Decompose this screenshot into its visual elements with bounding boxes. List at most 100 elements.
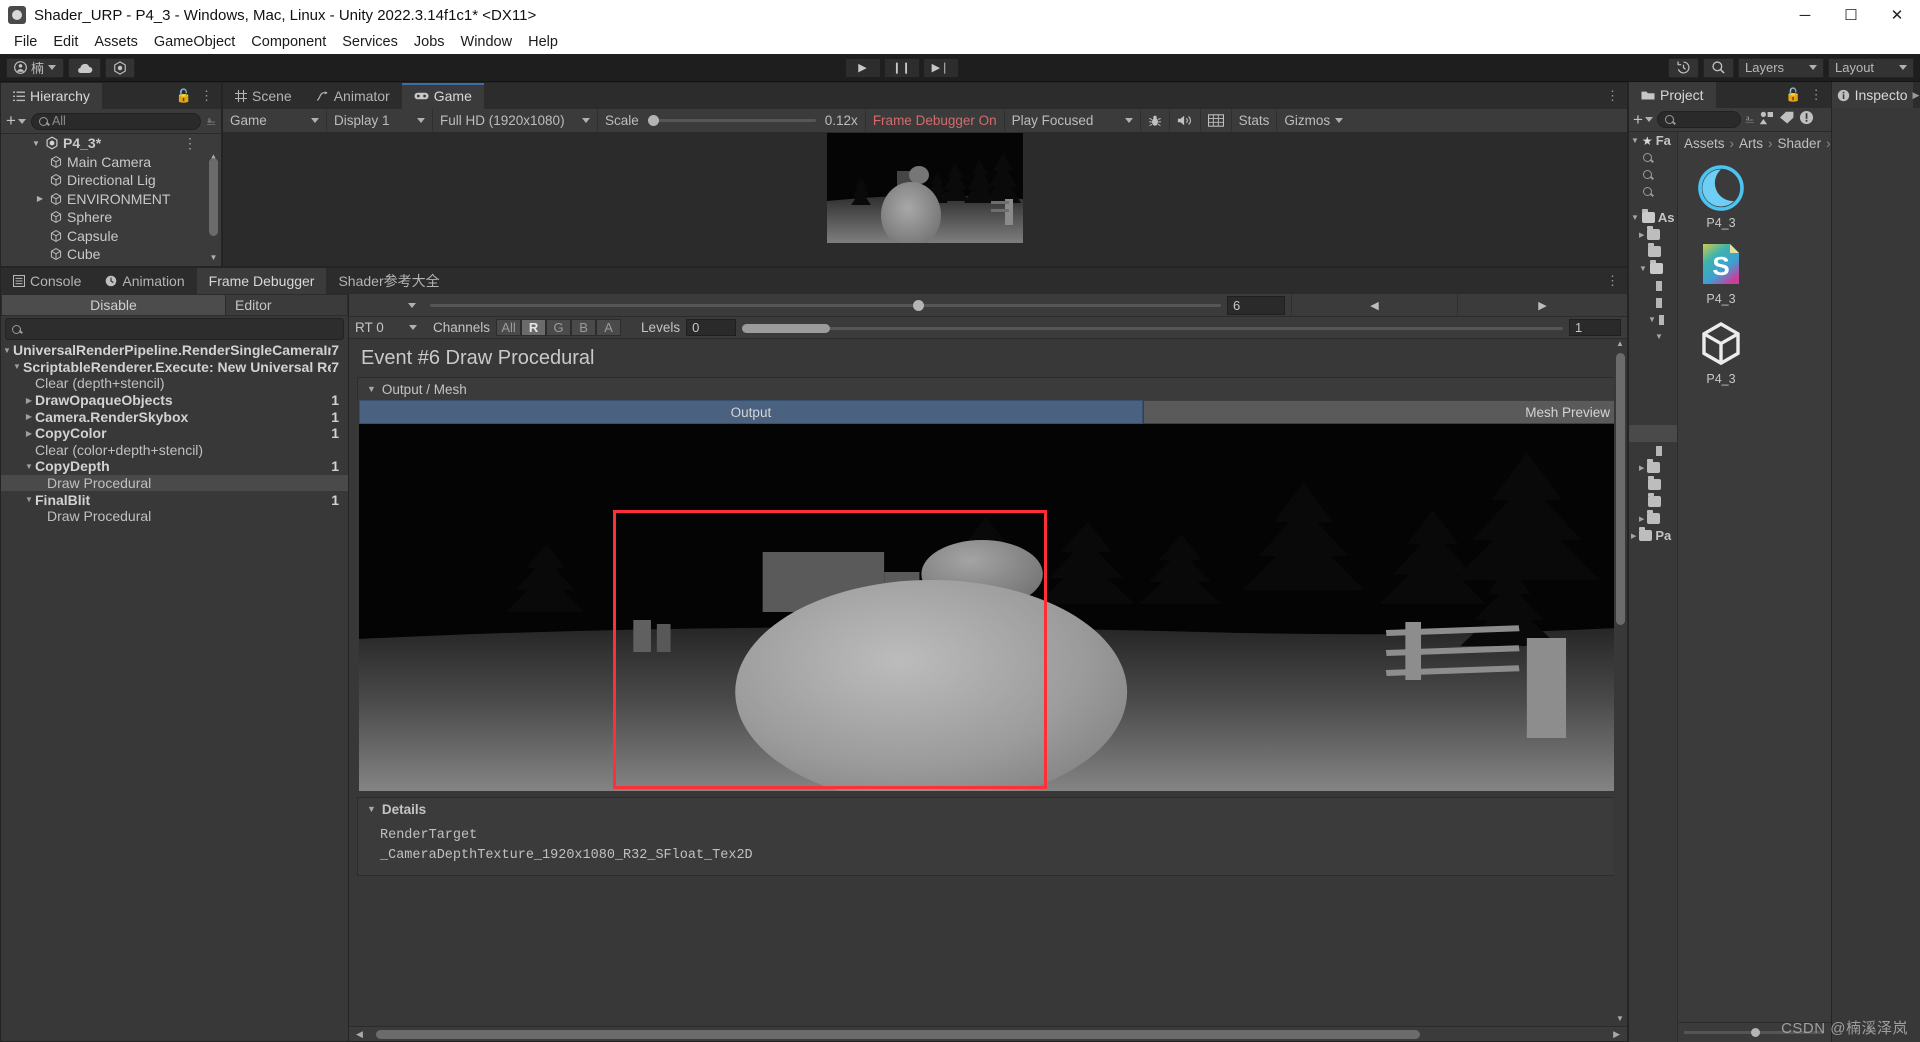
tree-row-draw-procedural-finalblit[interactable]: Draw Procedural [1, 508, 348, 525]
hierarchy-search-input[interactable]: All [30, 112, 202, 130]
tree-row-camera-render-skybox[interactable]: ▶ Camera.RenderSkybox 1 [1, 408, 348, 425]
kebab-menu-icon[interactable]: ⋮ [1606, 88, 1619, 104]
scale-slider-group[interactable]: Scale 0.12x [598, 108, 866, 133]
details-header[interactable]: ▼ Details [358, 798, 1618, 820]
event-pane-scrollbar[interactable]: ▲ ▼ [1614, 339, 1626, 1026]
mute-audio-button[interactable] [1170, 108, 1201, 133]
project-create-button[interactable]: + [1633, 111, 1653, 128]
menu-item-help[interactable]: Help [520, 32, 566, 52]
chevron-down-icon[interactable]: ▼ [1655, 332, 1663, 341]
game-view-render[interactable] [223, 133, 1627, 266]
menu-item-gameobject[interactable]: GameObject [146, 32, 243, 52]
menu-item-component[interactable]: Component [243, 32, 334, 52]
hierarchy-tree[interactable]: ▼ P4_3* ⋮ Main Camera Directional Lig ▶ … [1, 134, 221, 266]
hierarchy-item-cube[interactable]: Cube [1, 245, 221, 264]
chevron-down-icon[interactable]: ▼ [1648, 315, 1656, 324]
breadcrumb-assets[interactable]: Assets [1684, 136, 1725, 151]
filter-by-type-icon[interactable] [1759, 111, 1775, 129]
project-tree-file-1[interactable] [1629, 277, 1677, 294]
step-button[interactable]: ▶❘ [922, 57, 959, 78]
scrollbar-thumb[interactable] [375, 1029, 1421, 1039]
unity-services-button[interactable] [105, 57, 136, 78]
tab-scene[interactable]: Scene [223, 83, 304, 109]
search-button[interactable] [1703, 57, 1734, 78]
chevron-right-icon[interactable]: ▶ [23, 396, 35, 405]
tab-animator[interactable]: Animator [303, 83, 402, 109]
expand-icon[interactable]: ⎁ [1745, 112, 1755, 127]
minimize-button[interactable]: ─ [1782, 0, 1828, 30]
chevron-down-icon[interactable]: ▼ [367, 384, 376, 394]
project-tree-folder-7[interactable] [1629, 476, 1677, 493]
menu-item-window[interactable]: Window [453, 32, 521, 52]
project-tree-folder-9[interactable]: ▶ [1629, 510, 1677, 527]
scroll-down-icon[interactable]: ▼ [208, 253, 219, 264]
editor-dropdown[interactable]: Editor [226, 294, 348, 316]
disable-button[interactable]: Disable [1, 294, 226, 316]
project-tree-saved-search-1[interactable] [1629, 149, 1677, 166]
chevron-right-icon[interactable]: ▶ [1639, 231, 1644, 239]
scroll-up-icon[interactable]: ▲ [1614, 339, 1626, 351]
tab-game[interactable]: Game [401, 83, 484, 109]
chevron-right-icon[interactable]: ▶ [1639, 464, 1644, 472]
layers-dropdown[interactable]: Layers [1738, 57, 1824, 78]
hierarchy-item-directional-light[interactable]: Directional Lig [1, 171, 221, 190]
hierarchy-item-main-camera[interactable]: Main Camera [1, 153, 221, 172]
project-tree-saved-search-3[interactable] [1629, 183, 1677, 200]
gizmos-dropdown[interactable]: Gizmos [1277, 109, 1350, 133]
display-dropdown[interactable]: Display 1 [327, 108, 433, 133]
project-tree-folder-8[interactable] [1629, 493, 1677, 510]
pause-button[interactable]: ❙❙ [883, 57, 920, 78]
game-mode-dropdown[interactable]: Game [223, 108, 327, 133]
tab-shader-reference[interactable]: Shader参考大全 [326, 268, 452, 294]
event-slider-knob[interactable] [912, 299, 924, 311]
prev-event-button[interactable]: ◀ [1291, 293, 1457, 317]
tree-row-draw-procedural-selected[interactable]: Draw Procedural [1, 474, 348, 492]
kebab-menu-icon[interactable]: ⋮ [200, 88, 213, 104]
chevron-right-icon[interactable]: ▶ [1631, 532, 1636, 540]
event-slider-container[interactable] [424, 299, 1227, 311]
render-target-preview[interactable] [359, 424, 1617, 791]
tab-output[interactable]: Output [359, 400, 1143, 424]
kebab-menu-icon[interactable]: ⋮ [1606, 273, 1619, 289]
chevron-right-icon[interactable]: ▶ [1639, 515, 1644, 523]
project-tree-favorites[interactable]: ▼ ★ Fa [1629, 132, 1677, 149]
menu-item-jobs[interactable]: Jobs [406, 32, 453, 52]
menu-item-services[interactable]: Services [334, 32, 406, 52]
next-event-button[interactable]: ▶ [1457, 293, 1627, 317]
tab-animation[interactable]: Animation [93, 268, 197, 294]
project-tree-file-3[interactable] [1629, 442, 1677, 459]
project-tree-folder-5[interactable]: ▼ [1629, 328, 1677, 345]
project-tree-file-2[interactable] [1629, 294, 1677, 311]
account-button[interactable]: 楠 [6, 57, 65, 78]
hierarchy-create-button[interactable]: + [6, 112, 26, 129]
project-tree-folder-4[interactable]: ▼ [1629, 311, 1677, 328]
stats-grid-button[interactable] [1201, 108, 1232, 133]
menu-item-file[interactable]: File [6, 32, 45, 52]
chevron-down-icon[interactable]: ▼ [31, 139, 41, 148]
tab-hierarchy[interactable]: Hierarchy [1, 83, 102, 109]
play-button[interactable]: ▶ [844, 57, 881, 78]
tree-row-draw-opaque-objects[interactable]: ▶ DrawOpaqueObjects 1 [1, 392, 348, 409]
play-mode-dropdown[interactable]: Play Focused [1005, 108, 1141, 133]
hierarchy-item-sphere[interactable]: Sphere [1, 208, 221, 227]
scrollbar-thumb[interactable] [1616, 353, 1625, 625]
chevron-right-icon[interactable]: ▶ [1913, 90, 1920, 101]
scroll-down-icon[interactable]: ▼ [1614, 1014, 1626, 1026]
chevron-right-icon[interactable]: ▶ [35, 194, 45, 203]
scale-slider-knob[interactable] [647, 115, 659, 126]
tree-row-clear-depth-stencil[interactable]: Clear (depth+stencil) [1, 375, 348, 392]
tree-row-copy-color[interactable]: ▶ CopyColor 1 [1, 425, 348, 442]
chevron-right-icon[interactable]: ▶ [23, 429, 35, 438]
chevron-down-icon[interactable]: ▼ [23, 495, 35, 504]
tab-project[interactable]: Project [1629, 82, 1716, 108]
frame-debugger-event-tree[interactable]: ▼ UniversalRenderPipeline.RenderSingleCa… [1, 342, 348, 1041]
event-slider[interactable] [430, 299, 1221, 311]
kebab-menu-icon[interactable]: ⋮ [183, 135, 197, 152]
tab-console[interactable]: Console [1, 268, 94, 294]
expand-icon[interactable]: ⎁ [206, 114, 216, 129]
hierarchy-scene-root[interactable]: ▼ P4_3* ⋮ [1, 134, 221, 153]
resolution-dropdown[interactable]: Full HD (1920x1080) [433, 108, 598, 133]
tree-row-final-blit[interactable]: ▼ FinalBlit 1 [1, 491, 348, 508]
maximize-button[interactable]: ☐ [1828, 0, 1874, 30]
project-tree-folder-2[interactable] [1629, 243, 1677, 260]
